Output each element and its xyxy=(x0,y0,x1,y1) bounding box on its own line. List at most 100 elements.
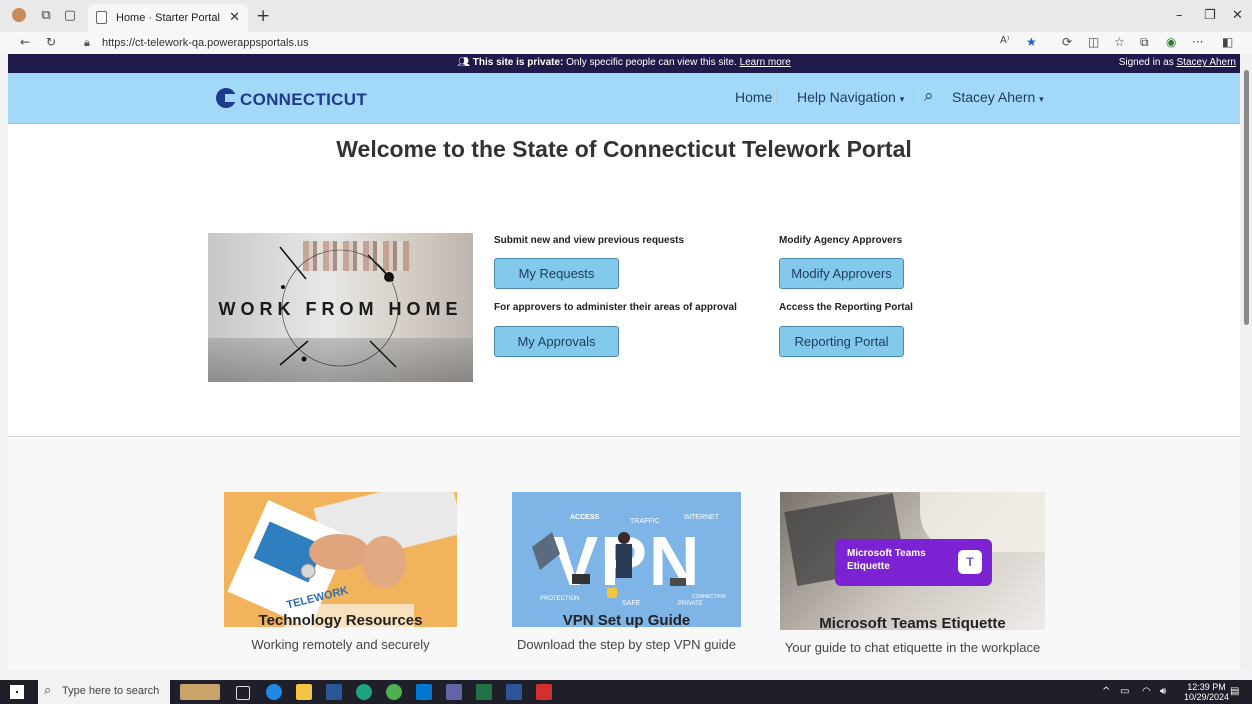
modify-approvers-label: Modify Agency Approvers xyxy=(779,235,903,246)
collections-icon[interactable]: ⧉ xyxy=(1140,35,1149,50)
close-window-icon[interactable]: ✕ xyxy=(1232,8,1243,23)
approvers-label: For approvers to administer their areas … xyxy=(494,302,737,313)
browser-toolbar: ← ↻ 🔒︎ https://ct-telework-qa.powerappsp… xyxy=(0,32,1252,54)
logo-text: CONNECTICUT xyxy=(240,90,368,109)
connecticut-logo-icon xyxy=(216,88,236,108)
teams-etiquette-image[interactable]: Microsoft Teams Etiquette T xyxy=(780,492,1045,630)
privacy-text: Only specific people can view this site. xyxy=(563,57,740,68)
learn-more-link[interactable]: Learn more xyxy=(740,57,791,68)
modify-approvers-button[interactable]: Modify Approvers xyxy=(779,258,904,289)
signed-in-prefix: Signed in as xyxy=(1118,57,1177,68)
more-options-icon[interactable]: ··· xyxy=(1192,35,1203,49)
search-icon: ⌕ xyxy=(44,683,52,698)
technology-resources-image[interactable]: TELEWORK xyxy=(224,492,457,627)
submit-requests-label: Submit new and view previous requests xyxy=(494,235,685,246)
clock-time: 12:39 PM xyxy=(1187,682,1226,692)
chrome-icon[interactable] xyxy=(386,684,402,700)
copilot-icon[interactable]: ◉ xyxy=(1166,35,1176,49)
edge-icon[interactable] xyxy=(356,684,372,700)
new-tab-icon[interactable]: + xyxy=(256,6,270,26)
start-button-icon[interactable] xyxy=(10,685,24,699)
notifications-icon[interactable]: ▤ xyxy=(1230,686,1239,697)
vpn-setup-desc: Download the step by step VPN guide xyxy=(517,637,736,652)
favorite-star-icon[interactable]: ★ xyxy=(1026,35,1037,49)
profile-avatar-icon[interactable] xyxy=(12,8,26,22)
teams-logo-icon: T xyxy=(958,550,982,574)
lock-icon: 🔒︎ xyxy=(84,36,90,49)
extensions-icon[interactable]: ⟳ xyxy=(1062,35,1072,49)
file-explorer-icon[interactable] xyxy=(296,684,312,700)
word-icon[interactable] xyxy=(506,684,522,700)
search-icon[interactable]: ⌕ xyxy=(924,86,934,106)
teams-taskbar-icon[interactable] xyxy=(326,684,342,700)
page-icon xyxy=(96,11,107,24)
teams-icon[interactable] xyxy=(446,684,462,700)
nav-home[interactable]: Home xyxy=(735,89,772,105)
privacy-notice: 👥︎ This site is private: Only specific p… xyxy=(8,57,1240,68)
workspaces-icon[interactable]: ⧉ xyxy=(38,8,54,24)
chevron-down-icon: ▾ xyxy=(1039,94,1044,104)
work-from-home-image: WORK FROM HOME xyxy=(208,233,473,382)
scrollbar-thumb[interactable] xyxy=(1244,70,1249,325)
nav-help-navigation[interactable]: Help Navigation ▾ xyxy=(797,89,904,105)
teams-badge-text: Microsoft Teams Etiquette xyxy=(847,548,926,572)
edge-legacy-icon[interactable] xyxy=(266,684,282,700)
reporting-portal-label: Access the Reporting Portal xyxy=(779,302,913,313)
people-icon: 👥︎ xyxy=(457,57,473,68)
teams-etiquette-desc: Your guide to chat etiquette in the work… xyxy=(784,640,1041,655)
taskbar-search-box[interactable]: ⌕ Type here to search xyxy=(38,680,170,704)
vpn-setup-title[interactable]: VPN Set up Guide xyxy=(512,612,741,629)
refresh-icon[interactable]: ↻ xyxy=(46,35,56,49)
reporting-portal-button[interactable]: Reporting Portal xyxy=(779,326,904,357)
read-aloud-icon[interactable]: A⁾ xyxy=(1000,35,1009,46)
wifi-icon[interactable]: ◠ xyxy=(1142,686,1151,697)
tab-title: Home · Starter Portal xyxy=(116,12,220,24)
excel-icon[interactable] xyxy=(476,684,492,700)
sidebar-icon[interactable]: ◧ xyxy=(1222,35,1233,49)
tab-actions-icon[interactable]: ▢ xyxy=(62,8,78,24)
nav-help-label: Help Navigation xyxy=(797,89,896,105)
favorites-icon[interactable]: ☆ xyxy=(1114,35,1125,49)
close-tab-icon[interactable]: ✕ xyxy=(229,10,240,25)
minimize-icon[interactable]: – xyxy=(1176,8,1183,23)
browser-tab[interactable]: Home · Starter Portal ✕ xyxy=(88,4,248,32)
windows-taskbar: ⌕ Type here to search ^ ▭ ◠ 🔊︎ 12:39 PM … xyxy=(0,680,1252,704)
taskbar-clock[interactable]: 12:39 PM 10/29/2024 xyxy=(1184,682,1229,702)
page-title: Welcome to the State of Connecticut Tele… xyxy=(336,136,912,162)
my-requests-button[interactable]: My Requests xyxy=(494,258,619,289)
nav-user-label: Stacey Ahern xyxy=(952,89,1036,105)
task-view-icon[interactable] xyxy=(236,686,250,700)
my-approvals-button[interactable]: My Approvals xyxy=(494,326,619,357)
signed-in-status: Signed in as Stacey Ahern xyxy=(1119,57,1236,68)
technology-resources-graphic xyxy=(224,492,457,627)
teams-badge: Microsoft Teams Etiquette T xyxy=(835,539,992,586)
acrobat-icon[interactable] xyxy=(536,684,552,700)
vpn-people-graphic xyxy=(532,532,686,598)
address-bar[interactable]: 🔒︎ https://ct-telework-qa.powerappsporta… xyxy=(78,33,1018,53)
privacy-bar: 👥︎ This site is private: Only specific p… xyxy=(8,54,1240,73)
clock-date: 10/29/2024 xyxy=(1184,692,1230,702)
nav-divider xyxy=(913,87,914,105)
chevron-down-icon: ▾ xyxy=(899,94,905,104)
url-text: https://ct-telework-qa.powerappsportals.… xyxy=(102,37,309,49)
volume-icon[interactable]: 🔊︎ xyxy=(1160,686,1166,697)
vpn-setup-image[interactable]: VPN ACCESS TRAFFIC INTERNET PROTECTION S… xyxy=(512,492,741,627)
outlook-icon[interactable] xyxy=(416,684,432,700)
browser-tab-bar: ⧉ ▢ Home · Starter Portal ✕ + – ❐ ✕ xyxy=(0,0,1252,32)
restore-icon[interactable]: ❐ xyxy=(1204,8,1216,23)
nav-user-menu[interactable]: Stacey Ahern ▾ xyxy=(952,89,1044,105)
battery-icon[interactable]: ▭ xyxy=(1120,686,1129,697)
back-icon[interactable]: ← xyxy=(20,35,30,49)
signed-in-user-link[interactable]: Stacey Ahern xyxy=(1177,57,1236,68)
page-scrollbar[interactable] xyxy=(1241,54,1252,670)
site-header: CONNECTICUT Home Help Navigation ▾ ⌕ Sta… xyxy=(8,73,1240,124)
news-widget-icon[interactable] xyxy=(180,684,220,700)
nav-divider xyxy=(776,87,777,105)
work-from-home-text: WORK FROM HOME xyxy=(218,299,463,319)
technology-resources-title[interactable]: Technology Resources xyxy=(224,612,457,629)
teams-etiquette-title[interactable]: Microsoft Teams Etiquette xyxy=(780,615,1045,632)
show-hidden-icons-icon[interactable]: ^ xyxy=(1102,686,1110,697)
privacy-bold: This site is private: xyxy=(472,57,564,68)
split-screen-icon[interactable]: ◫ xyxy=(1088,35,1099,49)
main-content: Welcome to the State of Connecticut Tele… xyxy=(8,124,1240,670)
